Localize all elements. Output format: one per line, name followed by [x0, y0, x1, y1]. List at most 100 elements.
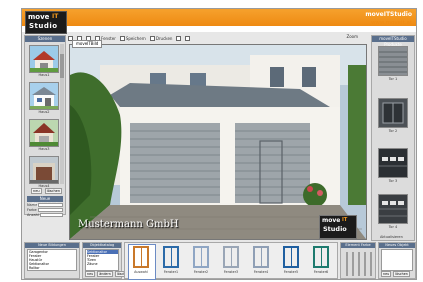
- garage-door-icon: [379, 157, 407, 167]
- window-option-icon[interactable]: [313, 246, 329, 268]
- form-row: Name: [27, 203, 63, 207]
- new-items-panel: Neue Bildungen Garagentor Fenster Haustü…: [24, 242, 80, 279]
- garage-door-icon: [382, 102, 404, 124]
- window-option-icon[interactable]: [193, 246, 209, 268]
- new-object-fields[interactable]: [381, 249, 413, 271]
- window-option-icon[interactable]: [283, 246, 299, 268]
- scene-thumb-4[interactable]: [29, 156, 59, 184]
- canvas-tab[interactable]: moveITBild: [72, 40, 103, 48]
- app-window: move IT Studio moveITStudio www.moveit.a…: [21, 8, 417, 280]
- new-object-delete-button[interactable]: löschen: [393, 271, 410, 277]
- product-label: Tor 1: [388, 77, 398, 81]
- product-label: Tor 4: [388, 225, 398, 229]
- zoom-control[interactable]: Zoom: [346, 34, 358, 39]
- new-object-buttons: neu löschen: [381, 271, 410, 277]
- toolbar-undo[interactable]: [176, 35, 182, 41]
- scene-delete-button[interactable]: löschen: [44, 188, 63, 194]
- scene-label: Haus1: [38, 73, 50, 77]
- new-object-title: Neues Objekt: [379, 243, 415, 248]
- header: move IT Studio moveITStudio www.moveit.a…: [22, 9, 416, 34]
- form-label: Anzahl: [27, 213, 39, 217]
- form-row: Anzahl: [27, 213, 63, 217]
- new-object-panel: Neues Objekt neu löschen: [378, 242, 416, 279]
- product-label: Tor 2: [388, 129, 398, 133]
- count-field[interactable]: [39, 213, 63, 217]
- products-panel-title: moveITStudio Produkte: [372, 36, 414, 47]
- catalog-new-button[interactable]: neu: [85, 271, 96, 277]
- catalog-list[interactable]: Sektionaltor Fenster Türen Zäune: [85, 249, 119, 271]
- scrollbar-thumb[interactable]: [60, 54, 64, 78]
- window-label: Fenster2: [193, 270, 209, 274]
- logo-text: move: [28, 13, 50, 21]
- product-thumb-2[interactable]: [378, 98, 408, 128]
- app-logo: move IT Studio: [25, 11, 67, 34]
- toolbar: Fenster Speichern Drucken: [68, 34, 368, 42]
- products-footer[interactable]: Aktualisieren: [380, 235, 403, 239]
- window-option-icon[interactable]: [163, 246, 179, 268]
- window-option-icon[interactable]: [223, 246, 239, 268]
- form-label: Name: [27, 203, 38, 207]
- object-form: Neue Objekteinheit Name Farbe Anzahl: [27, 196, 63, 217]
- window-label: Fenster6: [313, 270, 329, 274]
- house-icon: [30, 157, 58, 183]
- print-icon: [149, 35, 155, 41]
- element-color-panel: Element Farbe: [340, 242, 376, 279]
- window-label: Auswahl: [134, 270, 148, 274]
- color-field[interactable]: [37, 208, 63, 212]
- scene-thumb-1[interactable]: [29, 45, 59, 73]
- toolbar-print[interactable]: Drucken: [149, 35, 172, 41]
- window-option-icon[interactable]: [133, 246, 149, 268]
- new-object-new-button[interactable]: neu: [381, 271, 392, 277]
- window-label: Fenster5: [283, 270, 299, 274]
- house-icon: [30, 120, 58, 146]
- list-item[interactable]: Zäune: [87, 262, 118, 266]
- form-row: Farbe: [27, 208, 63, 212]
- header-bar: [22, 9, 416, 26]
- products-panel: moveITStudio Produkte Tor 1 Tor 2 Tor 3 …: [371, 35, 415, 241]
- scene-label: Haus2: [38, 110, 50, 114]
- element-color-title: Element Farbe: [341, 243, 375, 248]
- watermark-badge: IT: [342, 217, 348, 223]
- toolbar-save[interactable]: Speichern: [119, 35, 146, 41]
- logo-subtext: Studio: [29, 22, 58, 30]
- scene-thumb-2[interactable]: [29, 82, 59, 110]
- name-field[interactable]: [38, 203, 63, 207]
- company-label: Mustermann GmbH: [78, 219, 179, 230]
- scene-label: Haus3: [38, 147, 50, 151]
- save-icon: [119, 35, 125, 41]
- help-icon: [185, 35, 191, 41]
- scenes-scrollbar[interactable]: [60, 44, 64, 184]
- product-thumb-1[interactable]: [378, 46, 408, 76]
- brand-url[interactable]: www.moveit.at: [371, 20, 412, 26]
- radiator-icon: [346, 252, 372, 276]
- object-form-title: Neue Objekteinheit: [27, 196, 63, 207]
- catalog-edit-button[interactable]: ändern: [97, 271, 113, 277]
- brand-title: moveITStudio: [365, 11, 412, 18]
- window-label: Fenster1: [163, 270, 179, 274]
- house-icon: [30, 46, 58, 72]
- list-item[interactable]: Rolltor: [29, 266, 76, 270]
- image-canvas[interactable]: Mustermann GmbH move IT Studio: [69, 44, 367, 240]
- form-label: Farbe: [27, 208, 37, 212]
- window-option-icon[interactable]: [253, 246, 269, 268]
- garage-door-icon: [379, 51, 407, 73]
- window-gallery: Auswahl Fenster1 Fenster2 Fenster3 Fenst…: [124, 242, 338, 280]
- product-thumb-3[interactable]: [378, 148, 408, 178]
- product-thumb-4[interactable]: [378, 194, 408, 224]
- garage-door-icon: [379, 201, 407, 217]
- new-items-list[interactable]: Garagentor Fenster Haustür Sektionaltor …: [27, 249, 77, 271]
- catalog-title: Objektkatalog: [83, 243, 121, 248]
- scene-thumb-3[interactable]: [29, 119, 59, 147]
- logo-badge: IT: [52, 13, 59, 20]
- scenes-panel: Szenen Haus1 Haus2 Haus3 Haus4 neu lösch…: [24, 35, 66, 217]
- undo-icon: [176, 35, 182, 41]
- toolbar-help[interactable]: [185, 35, 191, 41]
- catalog-panel: Objektkatalog Sektionaltor Fenster Türen…: [82, 242, 132, 279]
- house-icon: [30, 83, 58, 109]
- product-label: Tor 3: [388, 179, 398, 183]
- new-items-title: Neue Bildungen: [25, 243, 79, 248]
- bottom-panels: Neue Bildungen Garagentor Fenster Haustü…: [24, 242, 416, 280]
- studio-watermark: move IT Studio: [319, 215, 357, 239]
- scene-new-button[interactable]: neu: [31, 188, 42, 194]
- house-garage-photo: [70, 45, 366, 239]
